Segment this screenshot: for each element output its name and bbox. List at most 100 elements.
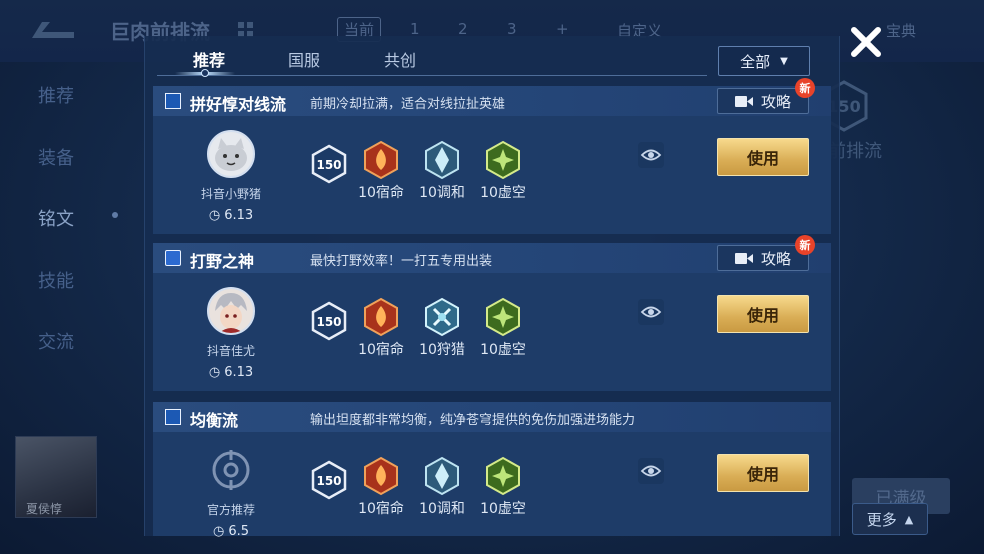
update-date: 6.5 [228, 524, 250, 539]
rune-slot[interactable]: 10宿命 [351, 140, 411, 202]
rune-green-icon [486, 140, 520, 180]
rune-hunt-icon [425, 297, 459, 337]
use-button[interactable]: 使用 [717, 138, 809, 176]
rune-blue-icon [425, 456, 459, 496]
build-type-icon [165, 409, 181, 425]
rune-label: 10宿命 [358, 185, 404, 201]
card-title: 均衡流 [190, 411, 239, 430]
rune-card: 均衡流 输出坦度都非常均衡，纯净苍穹提供的免伤加强进场能力 官方推荐 ◷ 6.5… [153, 402, 831, 539]
background-sidebar-chat: 交流 [38, 332, 74, 353]
new-badge: 新 [795, 78, 815, 98]
close-icon[interactable] [846, 22, 886, 62]
rune-blue-icon [425, 140, 459, 180]
chevron-up-icon: ▲ [904, 512, 914, 526]
jungle-icon [165, 250, 181, 266]
clock-icon: ◷ [212, 524, 225, 539]
svg-text:150: 150 [316, 474, 341, 488]
background-codex-label: 宝典 [886, 22, 917, 40]
rune-slot[interactable]: 10宿命 [351, 297, 411, 359]
rune-level-badge: 150 [311, 301, 347, 341]
rune-green-icon [486, 297, 520, 337]
card-header: 均衡流 输出坦度都非常均衡，纯净苍穹提供的免伤加强进场能力 [153, 402, 831, 432]
cat-avatar-icon [209, 132, 253, 176]
clock-icon: ◷ [208, 208, 221, 223]
background-sidebar-recommend: 推荐 [38, 86, 74, 107]
eye-icon[interactable] [637, 457, 665, 485]
build-type-icon [165, 93, 181, 109]
rune-slot[interactable]: 10虚空 [473, 456, 533, 518]
eye-icon[interactable] [637, 298, 665, 326]
author-date: ◷ 6.13 [191, 208, 271, 223]
card-description: 输出坦度都非常均衡，纯净苍穹提供的免伤加强进场能力 [310, 413, 636, 428]
rune-label: 10调和 [419, 185, 465, 201]
filter-label: 全部 [740, 52, 771, 71]
more-button-label: 更多 [866, 510, 897, 529]
video-icon [734, 252, 753, 264]
more-button[interactable]: 更多 ▲ [852, 503, 928, 535]
background-sidebar-marker [112, 212, 118, 218]
clock-icon: ◷ [208, 365, 221, 380]
author-block: 抖音小野猪 ◷ 6.13 [191, 130, 271, 223]
rune-label: 10虚空 [480, 342, 526, 358]
active-tab-indicator-dot [201, 69, 209, 77]
guide-button-label: 攻略 [760, 92, 791, 111]
author-name: 抖音佳尤 [206, 344, 255, 358]
rune-label: 10调和 [419, 501, 465, 517]
card-header: 拼好惇对线流 前期冷却拉满，适合对线拉扯英雄 攻略 新 [153, 78, 831, 116]
rune-label: 10虚空 [480, 501, 526, 517]
svg-text:150: 150 [316, 158, 341, 172]
card-description: 最快打野效率！一打五专用出装 [310, 254, 493, 269]
rune-slot[interactable]: 10调和 [412, 456, 472, 518]
rune-slot[interactable]: 10虚空 [473, 140, 533, 202]
rune-level-badge: 150 [311, 460, 347, 500]
rune-level-badge: 150 [311, 144, 347, 184]
use-button[interactable]: 使用 [717, 454, 809, 492]
panel-tabs: 推荐 国服 共创 [157, 36, 707, 77]
guide-button-label: 攻略 [760, 249, 791, 268]
rune-green-icon [486, 456, 520, 496]
eye-icon[interactable] [637, 141, 665, 169]
rune-recommend-panel: 推荐 国服 共创 全部 ▼ 拼好惇对线流 前期冷却拉满，适合对线拉扯英雄 攻略 … [144, 36, 840, 539]
author-date: ◷ 6.13 [191, 365, 271, 380]
back-icon [32, 22, 74, 38]
background-sidebar-runes: 铭文 [38, 209, 74, 230]
rune-slot[interactable]: 10虚空 [473, 297, 533, 359]
update-date: 6.13 [224, 208, 254, 223]
character-avatar-icon [209, 289, 253, 333]
author-name: 抖音小野猪 [200, 187, 261, 201]
filter-dropdown[interactable]: 全部 ▼ [718, 46, 810, 76]
rune-slot[interactable]: 10宿命 [351, 456, 411, 518]
avatar [207, 130, 255, 178]
author-block: 抖音佳尤 ◷ 6.13 [191, 287, 271, 380]
card-header: 打野之神 最快打野效率！一打五专用出装 攻略 新 [153, 235, 831, 273]
chevron-down-icon: ▼ [780, 55, 788, 67]
card-title: 拼好惇对线流 [190, 95, 287, 114]
rune-card: 打野之神 最快打野效率！一打五专用出装 攻略 新 抖音佳尤 ◷ 6.13 150… [153, 235, 831, 391]
rune-slot[interactable]: 10狩猎 [412, 297, 472, 359]
rune-card: 拼好惇对线流 前期冷却拉满，适合对线拉扯英雄 攻略 新 抖音小野猪 ◷ 6.13… [153, 78, 831, 234]
author-block: 官方推荐 ◷ 6.5 [191, 446, 271, 539]
use-button[interactable]: 使用 [717, 295, 809, 333]
svg-text:150: 150 [316, 315, 341, 329]
update-date: 6.13 [224, 365, 254, 380]
background-sidebar-equipment: 装备 [38, 148, 74, 169]
rune-label: 10宿命 [358, 501, 404, 517]
hero-name: 夏侯惇 [26, 502, 63, 516]
video-icon [734, 95, 753, 107]
tab-co-create[interactable]: 共创 [384, 47, 416, 71]
avatar [207, 287, 255, 335]
card-title: 打野之神 [190, 252, 255, 271]
background-sidebar-skills: 技能 [38, 271, 74, 292]
rune-red-icon [364, 456, 398, 496]
rune-red-icon [364, 140, 398, 180]
author-date: ◷ 6.5 [191, 524, 271, 539]
rune-slot[interactable]: 10调和 [412, 140, 472, 202]
new-badge: 新 [795, 235, 815, 255]
rune-label: 10虚空 [480, 185, 526, 201]
tab-recommend[interactable]: 推荐 [193, 47, 225, 71]
rune-label: 10狩猎 [419, 342, 465, 358]
author-name: 官方推荐 [206, 503, 255, 517]
tab-national-server[interactable]: 国服 [288, 47, 320, 71]
rune-label: 10宿命 [358, 342, 404, 358]
card-description: 前期冷却拉满，适合对线拉扯英雄 [310, 97, 506, 112]
